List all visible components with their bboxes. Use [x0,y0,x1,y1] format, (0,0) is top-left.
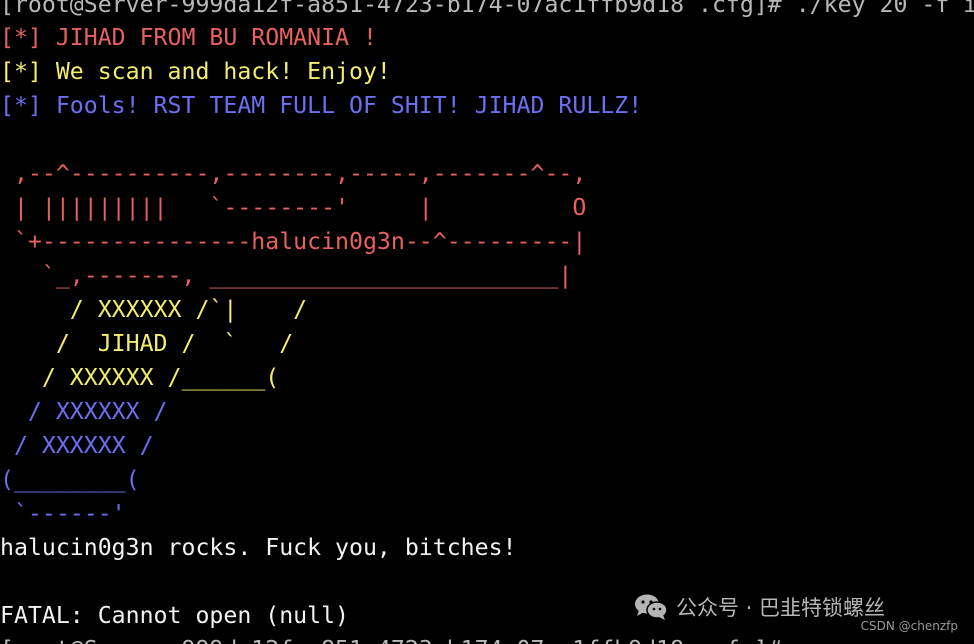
ascii-art-line: `+---------------halucin0g3n--^---------… [0,228,587,255]
ascii-art-line: ,--^----------,--------,-----,-------^--… [0,160,587,187]
watermark-text: 公众号 · 巴韭特锁螺丝 [676,596,886,620]
ascii-art-line: / XXXXXX / [0,398,168,425]
banner-line-3: [*] Fools! RST TEAM FULL OF SHIT! JIHAD … [0,92,643,119]
ascii-art-line: | ||||||||| `--------' | O [0,194,587,221]
banner-line-2: [*] We scan and hack! Enjoy! [0,58,391,85]
ascii-art-line: / XXXXXX / [0,432,154,459]
prompt-line: [root@Server-999da12f-a851-4723-b174-07a… [0,633,782,644]
csdn-credit: CSDN @chenzfp [858,619,960,633]
error-message-line: FATAL: Cannot open (null) [0,602,350,629]
ascii-art-line: / JIHAD / ` / [0,330,294,357]
terminal-window[interactable]: [root@Server-999da12f-a851-4723-b174-07a… [0,0,974,644]
wechat-watermark: 公众号 · 巴韭特锁螺丝 [634,590,885,624]
wechat-icon [634,593,668,621]
output-message-line: halucin0g3n rocks. Fuck you, bitches! [0,534,517,561]
ascii-art-line: / XXXXXX /`| / [0,296,308,323]
ascii-art-line: `------' [0,500,126,527]
ascii-art-line: (________( [0,466,140,493]
ascii-art-line: `_,-------, _________________________| [0,262,573,289]
ascii-art-line: / XXXXXX /______( [0,364,280,391]
banner-line-1: [*] JIHAD FROM BU ROMANIA ! [0,24,377,51]
prompt-command-line: [root@Server-999da12f-a851-4723-b174-07a… [0,0,974,18]
